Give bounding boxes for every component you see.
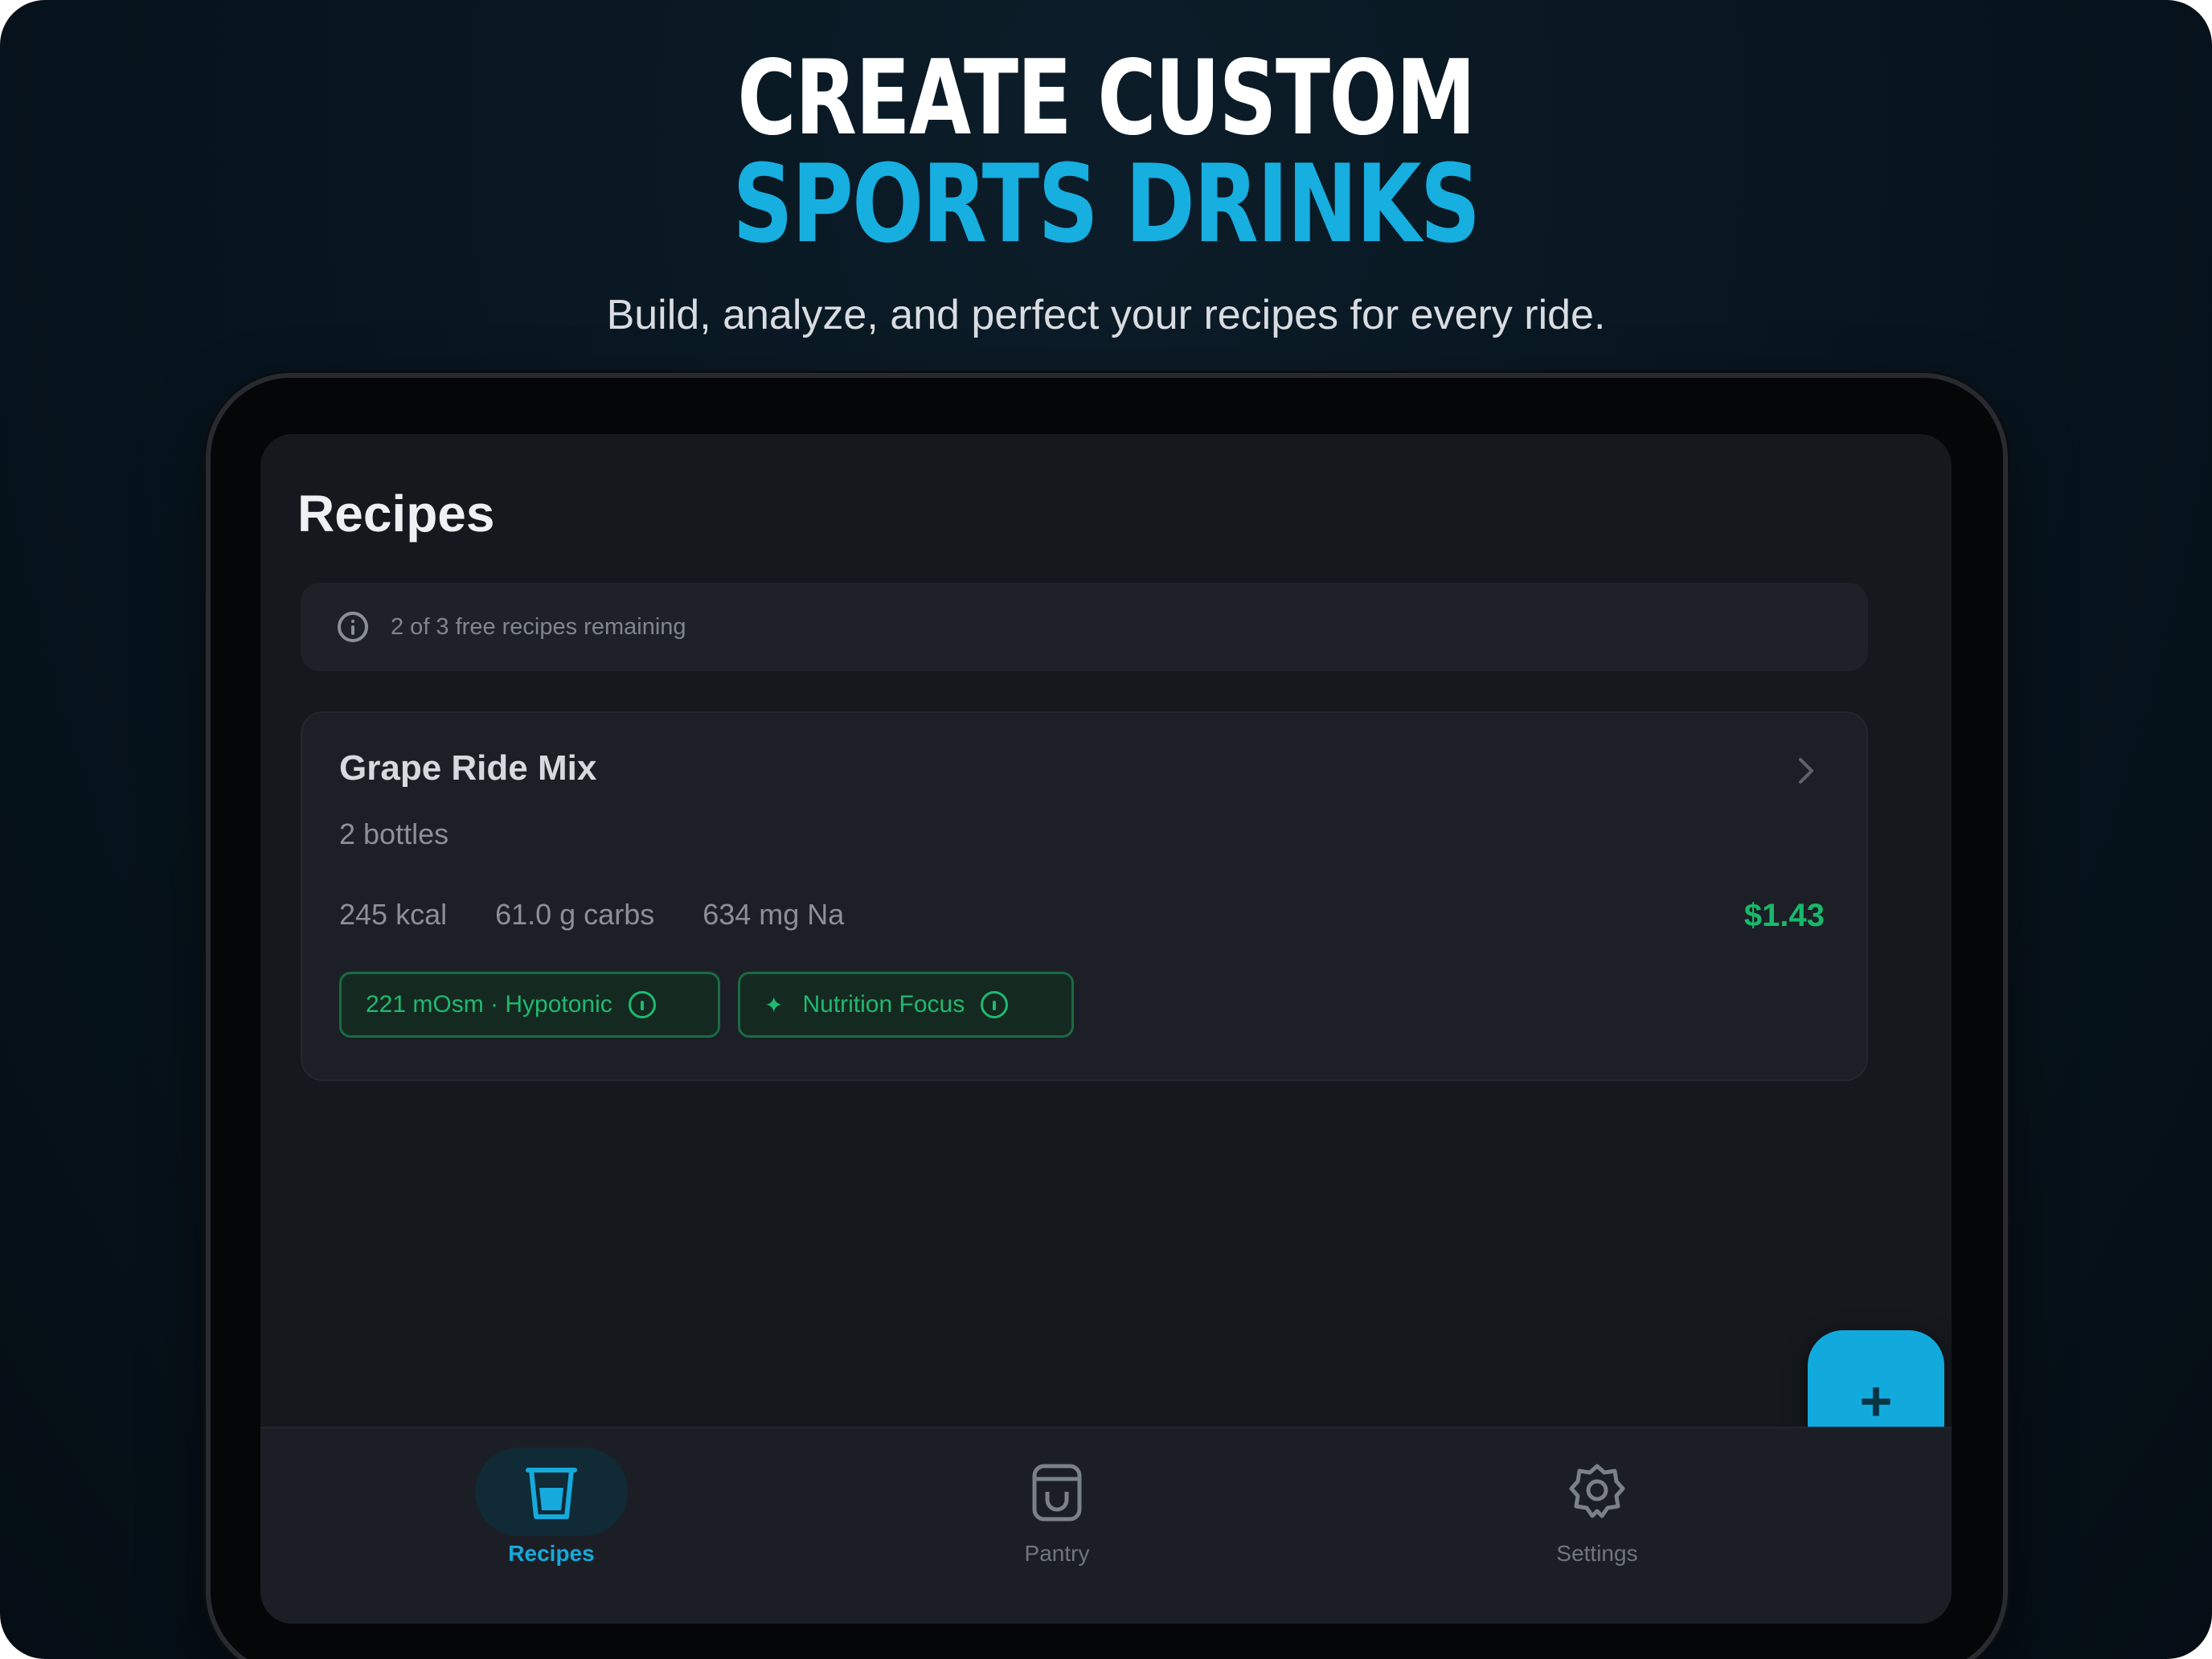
- free-recipes-banner: 2 of 3 free recipes remaining: [301, 583, 1868, 671]
- banner-text: 2 of 3 free recipes remaining: [391, 613, 686, 640]
- page-title: Recipes: [297, 485, 495, 543]
- recipe-kcal: 245 kcal: [339, 898, 448, 931]
- tab-recipes-highlight: [475, 1448, 628, 1536]
- tagline: Build, analyze, and perfect your recipes…: [606, 292, 1606, 338]
- headline-line2: SPORTS DRINKS: [732, 141, 1481, 267]
- promo-canvas: CREATE CUSTOM SPORTS DRINKS Build, analy…: [0, 0, 2212, 1659]
- tab-recipes[interactable]: Recipes: [431, 1448, 672, 1608]
- recipe-name: Grape Ride Mix: [339, 748, 597, 788]
- tab-settings[interactable]: Settings: [1477, 1448, 1718, 1608]
- nutrition-focus-chip-label: Nutrition Focus: [802, 991, 965, 1018]
- recipe-stats: 245 kcal 61.0 g carbs 634 mg Na: [339, 898, 892, 932]
- tab-pantry-label: Pantry: [1024, 1541, 1090, 1566]
- recipe-sodium: 634 mg Na: [703, 898, 845, 931]
- chevron-right-icon: [1799, 758, 1813, 784]
- tab-settings-icon-wrap: [1521, 1448, 1673, 1536]
- headline-line1: CREATE CUSTOM: [737, 39, 1476, 158]
- tab-recipes-label: Recipes: [508, 1541, 595, 1566]
- info-icon: [338, 612, 368, 642]
- info-icon: [981, 991, 1009, 1018]
- gear-icon: [1569, 1464, 1625, 1518]
- plus-icon: +: [1859, 1369, 1893, 1432]
- recipe-card[interactable]: Grape Ride Mix 2 bottles 245 kcal 61.0 g…: [301, 711, 1868, 1081]
- osmolality-chip-label: 221 mOsm · Hypotonic: [366, 991, 612, 1018]
- tab-settings-label: Settings: [1556, 1541, 1638, 1566]
- nutrition-focus-chip[interactable]: ✦ Nutrition Focus: [738, 972, 1074, 1038]
- info-icon: [628, 991, 656, 1018]
- recipe-price: $1.43: [1743, 898, 1825, 933]
- tab-pantry[interactable]: Pantry: [936, 1448, 1178, 1608]
- sparkle-icon: ✦: [764, 992, 784, 1018]
- recipe-carbs: 61.0 g carbs: [495, 898, 655, 931]
- cup-icon: [526, 1468, 577, 1519]
- recipe-bottles: 2 bottles: [339, 817, 449, 850]
- app-screen: Recipes 2 of 3 free recipes remaining Gr…: [260, 434, 1952, 1624]
- tab-pantry-icon-wrap: [981, 1448, 1133, 1536]
- tablet-frame: Recipes 2 of 3 free recipes remaining Gr…: [211, 378, 2003, 1659]
- tab-bar: Recipes Pantry Settings: [260, 1427, 1952, 1624]
- pantry-jar-icon: [1032, 1464, 1082, 1522]
- osmolality-chip[interactable]: 221 mOsm · Hypotonic: [339, 972, 720, 1038]
